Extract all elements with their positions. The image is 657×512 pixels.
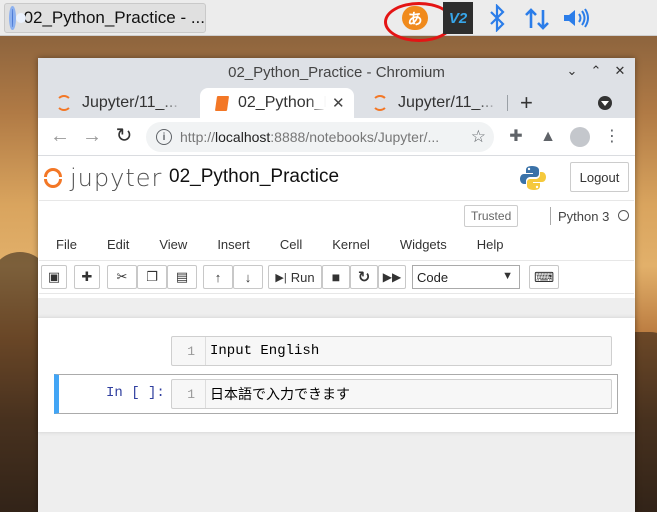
tab-jupyter-2[interactable]: Jupyter/11_...	[356, 88, 514, 118]
restart-run-all-icon[interactable]: ▶▶	[378, 265, 406, 289]
extensions-icon[interactable]: ✚	[506, 127, 526, 147]
volume-icon[interactable]	[562, 7, 590, 29]
minimize-icon[interactable]: ⌄	[565, 63, 579, 78]
menu-file[interactable]: File	[39, 237, 90, 252]
line-number: 1	[172, 380, 206, 408]
cell-type-value: Code	[417, 269, 449, 285]
tab-strip: Jupyter/11_... 02_Python_P... ✕ Jupyter/…	[38, 86, 635, 118]
menu-widgets[interactable]: Widgets	[383, 237, 460, 252]
bluetooth-icon[interactable]	[489, 4, 505, 32]
desktop-taskbar: 02_Python_Practice - ... あ V2	[0, 0, 657, 42]
info-icon[interactable]: i	[156, 129, 172, 145]
jupyter-menubar-area: Trusted Python 3 File Edit View Insert C…	[39, 200, 634, 260]
restart-icon[interactable]: ↻	[350, 265, 378, 289]
python-logo-icon	[520, 166, 546, 190]
code-cell[interactable]: 1 Input English	[54, 334, 618, 368]
tab-jupyter-1[interactable]: Jupyter/11_...	[40, 88, 198, 118]
back-icon[interactable]: ←	[50, 126, 70, 146]
menu-kebab-icon[interactable]: ⋮	[602, 127, 622, 147]
menu-insert[interactable]: Insert	[200, 237, 263, 252]
cell-input[interactable]: 1 日本語で入力できます	[171, 379, 612, 409]
jupyter-logo-icon	[44, 166, 62, 190]
tab-label: 02_Python_P...	[238, 94, 326, 111]
jupyter-icon	[56, 95, 72, 111]
window-titlebar: 02_Python_Practice - Chromium ⌄ ⌃ ✕	[38, 58, 635, 86]
new-tab-button[interactable]: +	[520, 90, 533, 116]
jupyter-toolbar: ▣ ✚ ✂ ❐ ▤ ↑ ↓ ▶| Run ■ ↻ ▶▶ Code ▼ ⌨	[39, 260, 634, 294]
chevron-down-icon: ▼	[502, 270, 513, 282]
jupyter-logo-text: jupyter	[70, 164, 163, 192]
vnc-icon[interactable]: V2	[443, 2, 473, 34]
paste-icon[interactable]: ▤	[167, 265, 197, 289]
notebook-icon	[214, 95, 230, 111]
maximize-icon[interactable]: ⌃	[589, 63, 603, 78]
notebook-area: 1 Input English In [ ]: 1 日本語で入力できます	[38, 298, 635, 512]
menu-kernel[interactable]: Kernel	[315, 237, 383, 252]
logout-button[interactable]: Logout	[570, 162, 629, 192]
save-icon[interactable]: ▣	[41, 265, 67, 289]
menu-view[interactable]: View	[142, 237, 200, 252]
kernel-separator	[550, 207, 551, 225]
menu-help[interactable]: Help	[460, 237, 517, 252]
trusted-indicator[interactable]: Trusted	[464, 205, 519, 227]
jupyter-menubar: File Edit View Insert Cell Kernel Widget…	[39, 237, 517, 252]
notebook-name[interactable]: 02_Python_Practice	[169, 166, 339, 188]
run-label: Run	[290, 269, 315, 285]
menu-edit[interactable]: Edit	[90, 237, 142, 252]
tab-notebook-active[interactable]: 02_Python_P... ✕	[200, 88, 354, 118]
chromium-icon	[9, 6, 25, 30]
ime-icon[interactable]: あ	[402, 6, 428, 30]
profile-avatar-icon[interactable]	[570, 127, 590, 147]
close-window-icon[interactable]: ✕	[613, 63, 627, 78]
move-up-icon[interactable]: ↑	[203, 265, 233, 289]
run-button[interactable]: ▶| Run	[268, 265, 322, 289]
browser-toolbar: ← → ↻ i http://localhost:8888/notebooks/…	[38, 118, 635, 156]
line-number: 1	[172, 337, 206, 365]
keyboard-icon[interactable]: ⌨	[529, 265, 559, 289]
cell-type-select[interactable]: Code ▼	[412, 265, 520, 289]
taskbar-app-button[interactable]: 02_Python_Practice - ...	[4, 3, 206, 33]
menu-cell[interactable]: Cell	[263, 237, 315, 252]
tab-search-icon[interactable]	[598, 96, 612, 110]
address-bar[interactable]: i http://localhost:8888/notebooks/Jupyte…	[146, 122, 494, 152]
stop-icon[interactable]: ■	[322, 265, 350, 289]
tab-separator	[507, 95, 508, 111]
taskbar-app-title: 02_Python_Practice - ...	[23, 8, 205, 27]
insert-cell-icon[interactable]: ✚	[74, 265, 100, 289]
cut-icon[interactable]: ✂	[107, 265, 137, 289]
jupyter-logo[interactable]: jupyter	[44, 164, 162, 192]
move-down-icon[interactable]: ↓	[233, 265, 263, 289]
kernel-name[interactable]: Python 3	[558, 209, 609, 224]
window-title: 02_Python_Practice - Chromium	[228, 63, 445, 81]
network-icon[interactable]	[524, 6, 550, 32]
jupyter-icon	[372, 95, 388, 111]
tab-label: Jupyter/11_...	[82, 94, 178, 111]
url-text: http://localhost:8888/notebooks/Jupyter/…	[180, 129, 440, 145]
bookmark-star-icon[interactable]: ☆	[471, 127, 486, 147]
code-cell-selected[interactable]: In [ ]: 1 日本語で入力できます	[54, 374, 618, 414]
forward-icon[interactable]: →	[82, 126, 102, 146]
cell-input[interactable]: 1 Input English	[171, 336, 612, 366]
lab-icon[interactable]: ▲	[538, 127, 558, 147]
cell-code: Input English	[210, 343, 320, 359]
close-tab-icon[interactable]: ✕	[332, 94, 345, 112]
tab-label: Jupyter/11_...	[398, 94, 494, 111]
reload-icon[interactable]: ↻	[114, 126, 134, 146]
cell-code: 日本語で入力できます	[210, 387, 350, 403]
run-icon: ▶|	[275, 271, 287, 284]
cell-prompt: In [ ]:	[106, 385, 165, 401]
kernel-idle-icon	[618, 210, 629, 221]
jupyter-header: jupyter 02_Python_Practice Logout	[38, 156, 635, 200]
browser-window: 02_Python_Practice - Chromium ⌄ ⌃ ✕ Jupy…	[38, 58, 635, 512]
copy-icon[interactable]: ❐	[137, 265, 167, 289]
notebook-container: 1 Input English In [ ]: 1 日本語で入力できます	[38, 318, 635, 432]
